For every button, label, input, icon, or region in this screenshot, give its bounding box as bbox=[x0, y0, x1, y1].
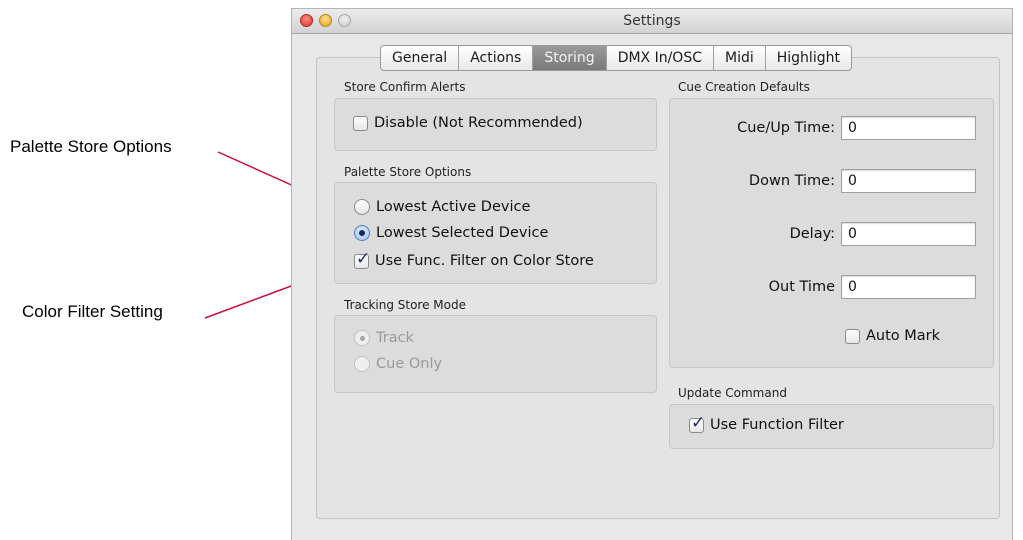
out-time-field[interactable]: 0 bbox=[841, 275, 976, 299]
track-label: Track bbox=[376, 330, 414, 346]
checkbox-icon bbox=[353, 115, 368, 131]
tab-general[interactable]: General bbox=[381, 46, 460, 70]
radio-cue-only: Cue Only bbox=[354, 356, 442, 372]
tracking-store-group: Track Cue Only bbox=[334, 315, 657, 393]
down-time-field[interactable]: 0 bbox=[841, 169, 976, 193]
tab-actions[interactable]: Actions bbox=[459, 46, 534, 70]
radio-on-icon bbox=[354, 330, 370, 346]
func-filter-color-store-label: Use Func. Filter on Color Store bbox=[375, 253, 594, 269]
cue-defaults-title: Cue Creation Defaults bbox=[678, 80, 810, 94]
disable-alerts-label: Disable (Not Recommended) bbox=[374, 115, 583, 131]
radio-lowest-selected-device[interactable]: Lowest Selected Device bbox=[354, 225, 548, 241]
out-time-label: Out Time bbox=[768, 279, 835, 295]
checkmark-icon: ✓ bbox=[689, 412, 706, 433]
update-command-title: Update Command bbox=[678, 386, 787, 400]
store-confirm-group: Disable (Not Recommended) bbox=[334, 98, 657, 151]
lowest-active-device-label: Lowest Active Device bbox=[376, 199, 531, 215]
tab-dmx-in-osc[interactable]: DMX In/OSC bbox=[607, 46, 714, 70]
use-function-filter-checkbox[interactable]: ✓ Use Function Filter bbox=[689, 412, 844, 433]
store-confirm-title: Store Confirm Alerts bbox=[344, 80, 466, 94]
auto-mark-label: Auto Mark bbox=[866, 328, 941, 344]
down-time-label: Down Time: bbox=[748, 173, 835, 189]
tab-bar: General Actions Storing DMX In/OSC Midi … bbox=[380, 45, 852, 71]
disable-alerts-checkbox[interactable]: Disable (Not Recommended) bbox=[353, 115, 583, 131]
tab-highlight[interactable]: Highlight bbox=[766, 46, 851, 70]
checkbox-icon bbox=[845, 328, 860, 344]
settings-window: Settings Store Confirm Alerts Disable (N… bbox=[291, 8, 1013, 540]
tab-midi[interactable]: Midi bbox=[714, 46, 766, 70]
palette-store-title: Palette Store Options bbox=[344, 165, 472, 179]
radio-track: Track bbox=[354, 330, 414, 346]
func-filter-color-store-checkbox[interactable]: ✓ Use Func. Filter on Color Store bbox=[354, 248, 594, 269]
radio-lowest-active-device[interactable]: Lowest Active Device bbox=[354, 199, 530, 215]
tracking-store-title: Tracking Store Mode bbox=[344, 298, 466, 312]
radio-on-icon bbox=[354, 225, 370, 241]
delay-label: Delay: bbox=[789, 226, 835, 242]
tab-content-panel: Store Confirm Alerts Disable (Not Recomm… bbox=[316, 57, 1000, 519]
cue-up-time-label: Cue/Up Time: bbox=[737, 120, 835, 136]
cue-defaults-group: Cue/Up Time: 0 Down Time: 0 Delay: 0 Out… bbox=[669, 98, 994, 368]
tab-storing[interactable]: Storing bbox=[533, 46, 607, 70]
window-title: Settings bbox=[623, 13, 681, 29]
title-bar: Settings bbox=[292, 9, 1012, 34]
palette-store-group: Lowest Active Device Lowest Selected Dev… bbox=[334, 182, 657, 284]
auto-mark-checkbox[interactable]: Auto Mark bbox=[845, 328, 940, 344]
radio-off-icon bbox=[354, 356, 370, 372]
use-function-filter-label: Use Function Filter bbox=[710, 417, 844, 433]
cue-up-time-field[interactable]: 0 bbox=[841, 116, 976, 140]
cue-only-label: Cue Only bbox=[376, 356, 443, 372]
lowest-selected-device-label: Lowest Selected Device bbox=[376, 225, 549, 241]
delay-field[interactable]: 0 bbox=[841, 222, 976, 246]
update-command-group: ✓ Use Function Filter bbox=[669, 404, 994, 449]
radio-off-icon bbox=[354, 199, 370, 215]
checkmark-icon: ✓ bbox=[354, 248, 371, 269]
